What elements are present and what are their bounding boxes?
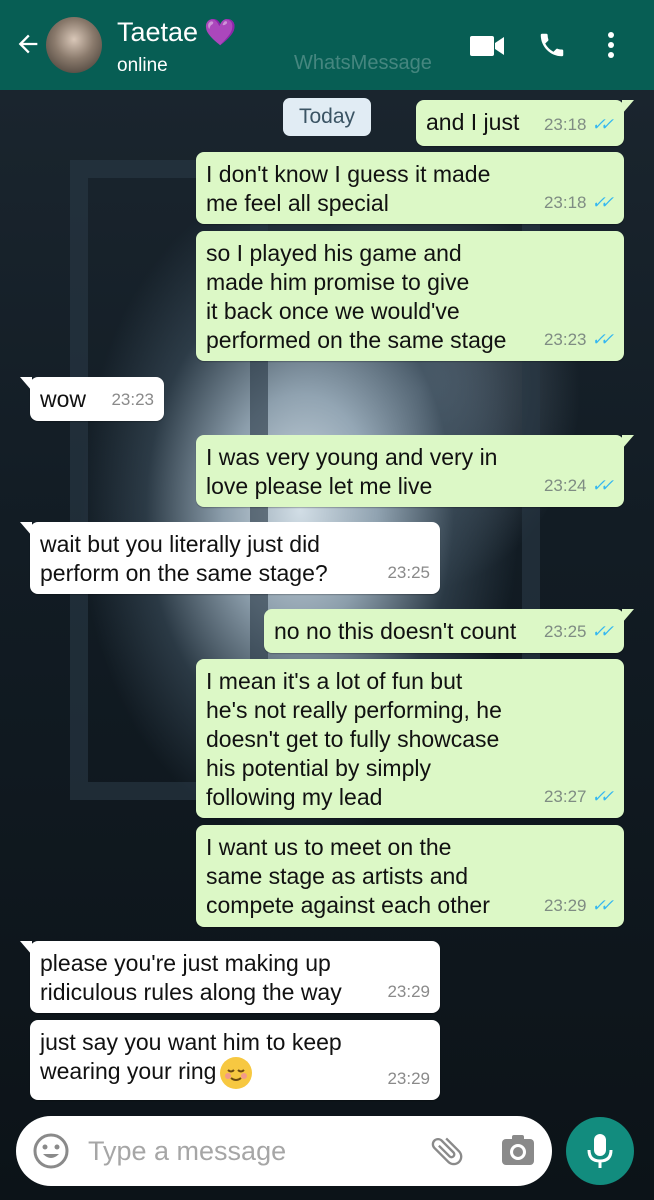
message-time: 23:23 [543,330,587,349]
message-bubble-outgoing[interactable]: I mean it's a lot of fun but he's not re… [196,659,624,818]
message-time: 23:23 [111,390,154,409]
message-time: 23:18 [543,193,587,212]
message-time: 23:25 [387,563,430,582]
message-time: 23:18 [543,115,587,134]
message-meta: 23:23 ✓✓ [544,325,614,354]
message-meta: 23:27 ✓✓ [544,782,614,811]
message-time: 23:29 [387,982,430,1001]
message-bubble-outgoing[interactable]: I want us to meet on the same stage as a… [196,825,624,927]
read-ticks-icon: ✓✓ [591,787,614,806]
camera-icon[interactable] [500,1133,536,1167]
message-bubble-incoming[interactable]: wait but you literally just did perform … [20,522,440,594]
message-text: wait but you literally just did perform … [40,531,328,586]
attach-icon[interactable] [428,1132,466,1170]
read-ticks-icon: ✓✓ [591,330,614,349]
message-text-body: just say you want him to keep wearing yo… [40,1029,342,1085]
read-ticks-icon: ✓✓ [591,115,614,134]
message-meta: 23:25 [387,558,430,587]
message-time: 23:29 [387,1069,430,1088]
more-options-icon[interactable] [605,30,617,60]
voice-message-button[interactable] [566,1117,634,1185]
message-bubble-outgoing[interactable]: so I played his game and made him promis… [196,231,624,361]
message-bubble-outgoing[interactable]: and I just 23:18 ✓✓ [416,100,634,146]
microphone-icon [587,1134,613,1168]
read-ticks-icon: ✓✓ [591,622,614,641]
chat-header: Taetae 💜 online WhatsMessage [0,0,654,90]
purple-heart-icon: 💜 [204,17,237,47]
message-meta: 23:18 ✓✓ [544,110,614,139]
message-meta: 23:23 [111,385,154,414]
message-time: 23:29 [543,896,587,915]
contact-name[interactable]: Taetae 💜 [117,17,236,48]
message-time: 23:27 [543,787,587,806]
message-bubble-incoming[interactable]: just say you want him to keep wearing yo… [30,1020,440,1100]
emoji-icon[interactable] [32,1132,70,1170]
back-arrow-icon[interactable] [14,30,42,58]
message-input[interactable]: Type a message [88,1136,286,1167]
date-separator: Today [283,98,371,136]
message-meta: 23:25 ✓✓ [544,617,614,646]
message-bubble-outgoing[interactable]: I was very young and very in love please… [196,435,634,507]
read-ticks-icon: ✓✓ [591,476,614,495]
message-text: please you're just making up ridiculous … [40,950,342,1005]
message-meta: 23:29 [387,1064,430,1093]
contact-status: online [117,55,168,76]
read-ticks-icon: ✓✓ [591,193,614,212]
message-bubble-outgoing[interactable]: no no this doesn't count 23:25 ✓✓ [264,609,634,653]
message-text: just say you want him to keep wearing yo… [40,1028,430,1089]
relieved-face-icon [220,1057,253,1089]
message-meta: 23:29 [387,977,430,1006]
message-bubble-incoming[interactable]: wow 23:23 [20,377,164,421]
message-meta: 23:29 ✓✓ [544,891,614,920]
message-time: 23:24 [543,476,587,495]
message-meta: 23:18 ✓✓ [544,188,614,217]
message-time: 23:25 [543,622,587,641]
message-bubble-incoming[interactable]: please you're just making up ridiculous … [20,941,440,1013]
watermark: WhatsMessage [294,52,432,74]
read-ticks-icon: ✓✓ [591,896,614,915]
contact-avatar[interactable] [46,17,102,73]
message-meta: 23:24 ✓✓ [544,471,614,500]
contact-name-text: Taetae [117,17,199,47]
voice-call-icon[interactable] [537,30,567,60]
message-compose-bar: Type a message [16,1116,552,1186]
video-call-icon[interactable] [470,33,506,59]
message-bubble-outgoing[interactable]: I don't know I guess it made me feel all… [196,152,624,224]
